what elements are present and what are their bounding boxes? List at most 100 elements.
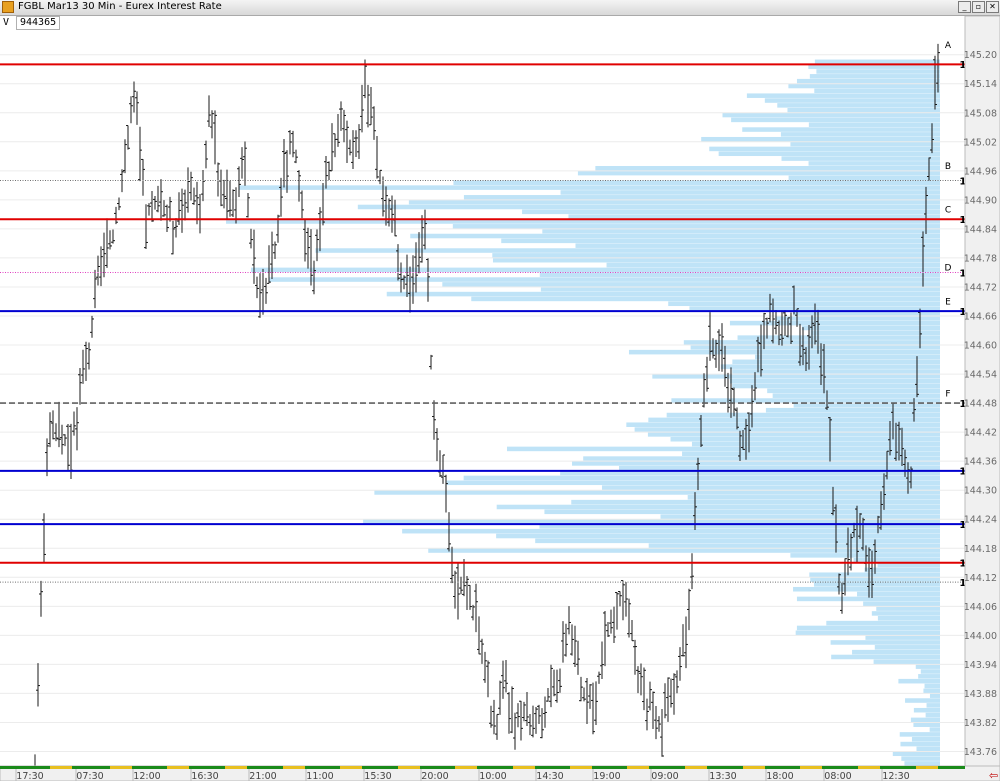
price-bar (465, 575, 469, 611)
profile-bar (670, 436, 940, 442)
profile-bar (892, 751, 940, 757)
profile-bar (668, 301, 940, 307)
price-bar (609, 609, 613, 634)
profile-bar (463, 475, 940, 481)
price-bar (441, 454, 445, 484)
price-bar (333, 133, 337, 158)
price-bar (453, 570, 457, 609)
annotation-label: B (945, 162, 951, 172)
price-bar (546, 687, 550, 702)
price-bar (519, 700, 523, 741)
minimize-button[interactable]: _ (958, 1, 971, 13)
profile-bar (268, 277, 940, 282)
profile-bar (446, 480, 940, 486)
profile-bar (929, 693, 940, 698)
profile-bar (796, 625, 940, 631)
session-marker (570, 766, 592, 769)
profile-bar (924, 683, 940, 689)
profile-bar (648, 543, 940, 548)
profile-bar (808, 122, 940, 127)
price-bar (246, 193, 250, 218)
profile-bar (386, 291, 940, 297)
time-label: 18:00 (766, 771, 793, 781)
session-marker (225, 766, 247, 769)
profile-bar (718, 151, 940, 157)
price-tick-label: 144.90 (964, 195, 997, 206)
price-bar (642, 667, 646, 711)
price-bar (129, 96, 133, 124)
price-bar (330, 123, 334, 172)
profile-bar (374, 490, 940, 495)
price-bar (114, 206, 118, 225)
profile-bar (732, 359, 940, 365)
price-axis-bg (964, 16, 1000, 767)
profile-bar (628, 349, 940, 355)
time-label: 16:30 (191, 771, 218, 781)
profile-bar (453, 180, 940, 186)
annotation-label: F (945, 389, 950, 399)
maximize-button[interactable]: ▫ (972, 1, 985, 13)
profile-bar (788, 83, 940, 89)
price-bar (342, 109, 346, 143)
price-bar (483, 651, 487, 683)
profile-bar (572, 461, 940, 466)
price-bar (513, 712, 517, 750)
profile-bar (913, 722, 940, 727)
time-label: 09:00 (651, 771, 678, 781)
price-chart[interactable]: 145.18144.94144.86144.75144.67144.48144.… (0, 16, 1000, 781)
profile-bar (496, 533, 940, 539)
price-bar (435, 428, 439, 462)
price-bar (459, 576, 463, 595)
price-bar (57, 401, 61, 448)
price-bar (240, 147, 244, 179)
price-bar (660, 708, 664, 757)
price-bar (471, 604, 475, 621)
price-bar (138, 126, 142, 182)
profile-bar (864, 567, 940, 573)
price-tick-label: 144.36 (964, 457, 997, 468)
price-tick-label: 144.00 (964, 631, 997, 642)
profile-bar (410, 233, 941, 239)
price-bar (786, 317, 790, 338)
profile-bar (777, 103, 940, 108)
session-marker (167, 766, 189, 769)
window-title: FGBL Mar13 30 Min - Eurex Interest Rate (18, 1, 222, 12)
volume-readout: V 944365 (0, 16, 66, 30)
price-bar (291, 130, 295, 158)
price-bar (690, 553, 694, 590)
price-bar (210, 110, 214, 139)
price-bar (573, 625, 577, 667)
price-bar (672, 673, 676, 715)
price-bar (522, 701, 526, 722)
profile-bar (808, 161, 940, 166)
price-bar (84, 341, 88, 381)
close-button[interactable]: ✕ (986, 1, 999, 13)
price-bar (516, 703, 520, 728)
price-bar (147, 203, 151, 216)
price-bar (372, 106, 376, 140)
profile-bar (742, 127, 940, 132)
price-bar (432, 400, 436, 440)
price-bar (456, 562, 460, 620)
scroll-left-icon[interactable]: ⇦ (989, 769, 998, 781)
price-bar (324, 155, 328, 189)
profile-bar (720, 364, 940, 369)
price-bar (243, 141, 247, 186)
price-bar (612, 606, 616, 644)
price-tick-label: 144.78 (964, 253, 997, 264)
profile-bar (575, 243, 940, 248)
price-bar (339, 101, 343, 131)
profile-bar (701, 136, 940, 142)
price-bar (249, 228, 253, 249)
profile-bar (816, 69, 940, 74)
profile-bar (900, 741, 940, 747)
profile-bar (926, 703, 940, 708)
price-tick-label: 144.72 (964, 282, 997, 293)
app-icon (2, 1, 14, 13)
price-bar (495, 713, 499, 740)
price-bar (594, 681, 598, 725)
time-label: 21:00 (249, 771, 276, 781)
profile-bar (315, 248, 941, 253)
price-tick-label: 143.88 (964, 689, 997, 700)
title-bar[interactable]: FGBL Mar13 30 Min - Eurex Interest Rate … (0, 0, 1000, 16)
